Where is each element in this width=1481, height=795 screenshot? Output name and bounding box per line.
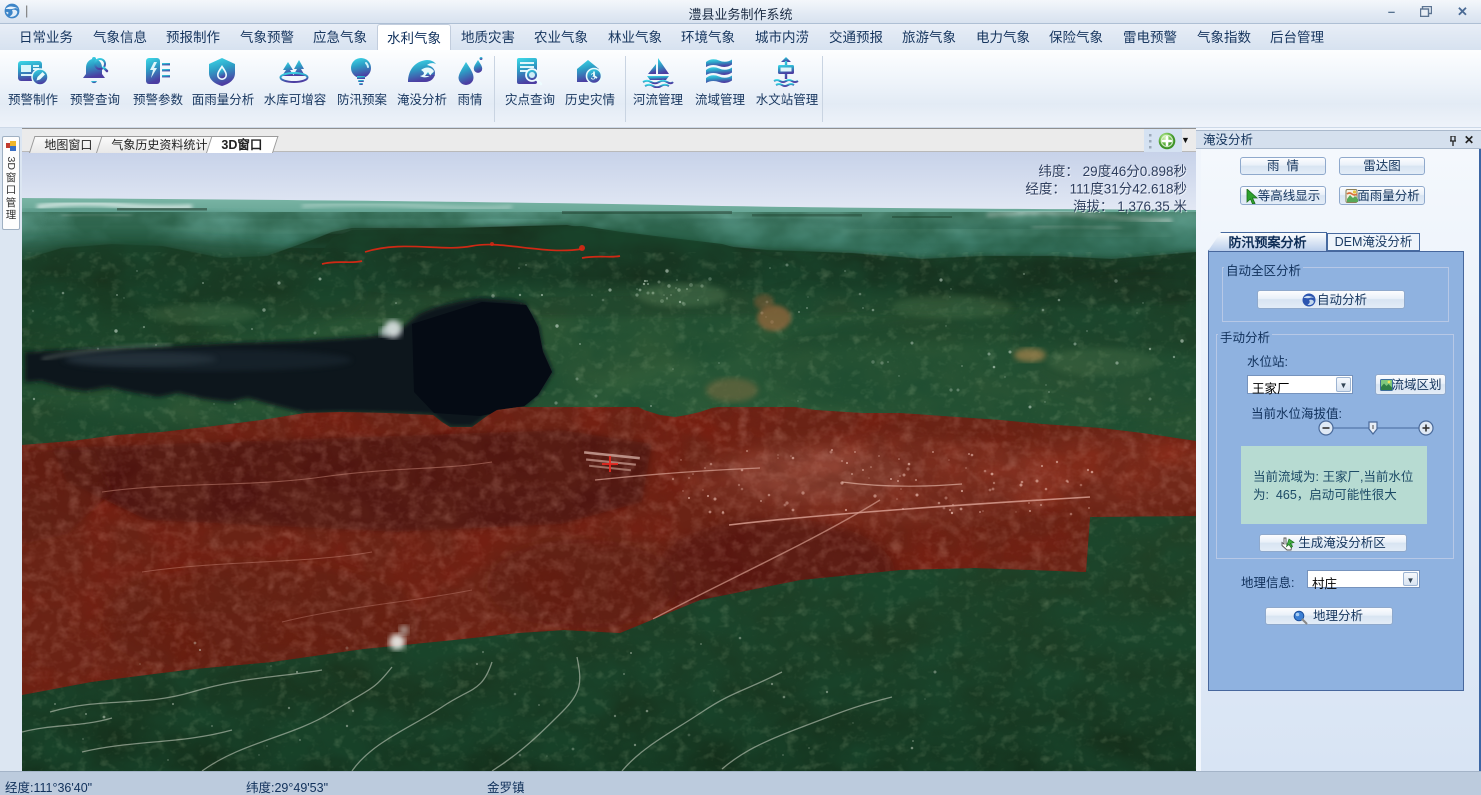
svg-text:海拔： 1,376.35 米: 海拔： 1,376.35 米 bbox=[1073, 199, 1188, 214]
svg-text:纬度： 29度46分0.898秒: 纬度： 29度46分0.898秒 bbox=[1038, 164, 1187, 179]
svg-text:经度： 111度31分42.618秒: 经度： 111度31分42.618秒 bbox=[1025, 182, 1187, 197]
